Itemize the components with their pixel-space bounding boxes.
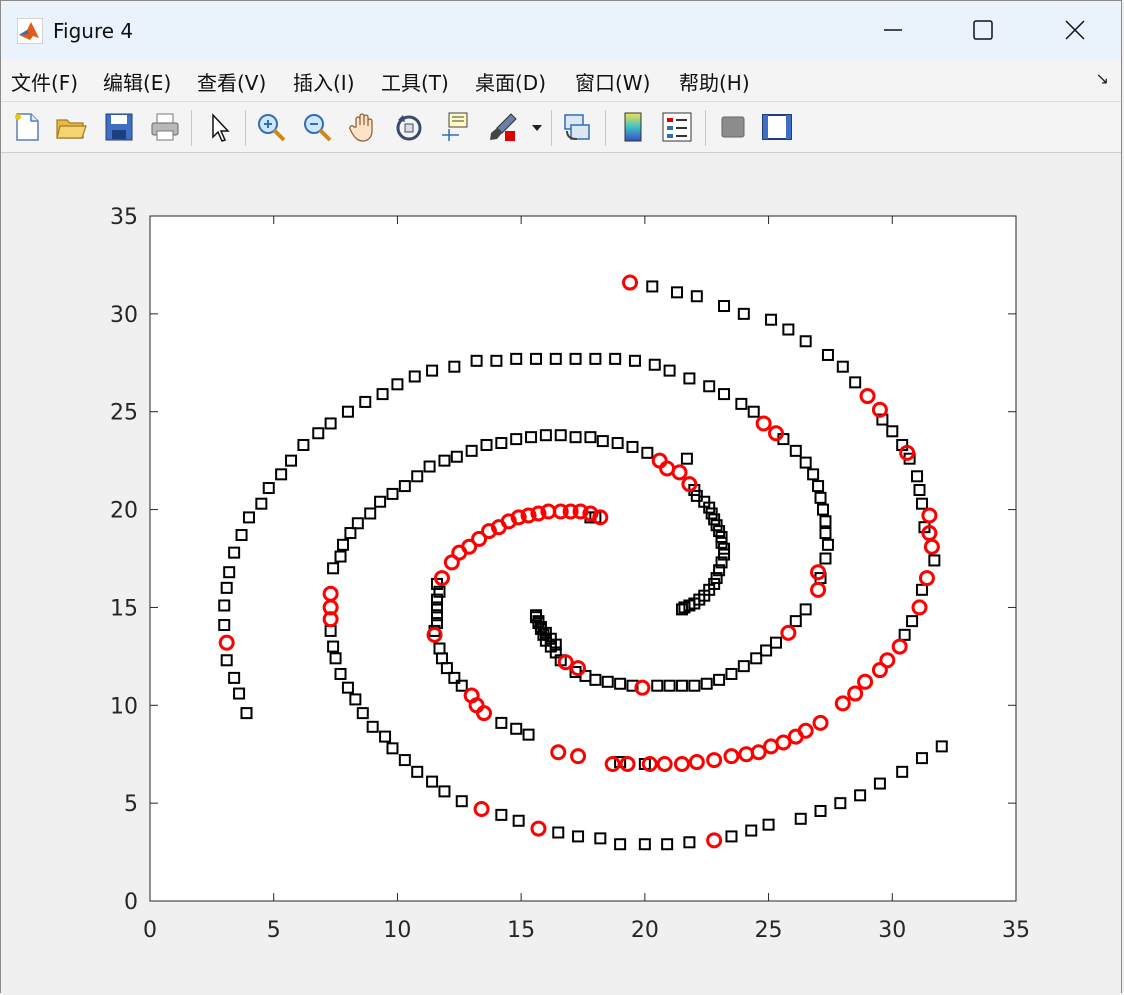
menu-tools[interactable]: 工具(T): [381, 67, 449, 96]
x-tick-label: 15: [507, 918, 535, 943]
x-tick-label: 20: [631, 918, 659, 943]
menu-edit[interactable]: 编辑(E): [103, 67, 171, 96]
figure-canvas: 0 5 10 15 20 25 30 35 0 5 10 15 20 25 30 35: [1, 153, 1121, 993]
print-icon[interactable]: [149, 111, 181, 143]
matlab-icon: [17, 18, 43, 44]
brush-icon[interactable]: [487, 111, 519, 143]
menu-bar: 文件(F) 编辑(E) 查看(V) 插入(I) 工具(T) 桌面(D) 窗口(W…: [1, 59, 1121, 102]
y-tick-label: 0: [124, 890, 138, 915]
toolbar-separator: [245, 110, 246, 146]
y-tick-label: 15: [110, 596, 138, 621]
maximize-icon: [973, 20, 993, 40]
x-tick-label: 30: [878, 918, 906, 943]
hide-plot-tools-icon[interactable]: [717, 111, 749, 143]
x-tick-label: 25: [755, 918, 783, 943]
y-tick-label: 20: [110, 499, 138, 524]
edit-plot-arrow-icon[interactable]: [205, 111, 237, 143]
y-tick-label: 10: [110, 694, 138, 719]
rotate-3d-icon[interactable]: [393, 111, 425, 143]
minimize-icon: [884, 29, 902, 31]
insert-legend-icon[interactable]: [661, 111, 693, 143]
x-tick-label: 0: [143, 918, 157, 943]
show-plot-tools-icon[interactable]: [761, 111, 793, 143]
toolbar-separator: [191, 110, 192, 146]
zoom-in-icon[interactable]: [255, 111, 287, 143]
open-file-icon[interactable]: [55, 111, 87, 143]
menu-file[interactable]: 文件(F): [11, 67, 78, 96]
data-cursor-icon[interactable]: [439, 111, 471, 143]
x-tick-label: 35: [1002, 918, 1030, 943]
toolbar-separator: [705, 110, 706, 146]
scatter-plot[interactable]: 0 5 10 15 20 25 30 35 0 5 10 15 20 25 30 35: [1, 153, 1121, 983]
axes-area: [149, 215, 1017, 902]
menu-insert[interactable]: 插入(I): [293, 67, 355, 96]
menu-help[interactable]: 帮助(H): [679, 67, 750, 96]
zoom-out-icon[interactable]: [301, 111, 333, 143]
x-tick-label: 10: [383, 918, 411, 943]
menu-view[interactable]: 查看(V): [197, 67, 266, 96]
save-icon[interactable]: [103, 111, 135, 143]
pan-hand-icon[interactable]: [347, 111, 379, 143]
toolbar: [1, 102, 1121, 153]
close-icon: [1065, 20, 1085, 40]
y-tick-label: 25: [110, 401, 138, 426]
y-tick-label: 30: [110, 303, 138, 328]
y-tick-label: 5: [124, 792, 138, 817]
window-title: Figure 4: [53, 19, 134, 43]
minimize-button[interactable]: [847, 1, 939, 59]
x-tick-label: 5: [267, 918, 281, 943]
menu-overflow-icon[interactable]: ↘: [1096, 69, 1109, 88]
menu-window[interactable]: 窗口(W): [575, 67, 650, 96]
chevron-down-icon[interactable]: [529, 111, 545, 143]
figure-window: Figure 4 文件(F) 编辑(E) 查看(V) 插入(I) 工具(T) 桌…: [0, 0, 1122, 993]
toolbar-separator: [551, 110, 552, 146]
y-tick-label: 35: [110, 205, 138, 230]
menu-desktop[interactable]: 桌面(D): [475, 67, 546, 96]
maximize-button[interactable]: [937, 1, 1029, 59]
new-figure-icon[interactable]: [11, 111, 43, 143]
link-plot-icon[interactable]: [561, 111, 593, 143]
close-button[interactable]: [1029, 1, 1121, 59]
insert-colorbar-icon[interactable]: [617, 111, 649, 143]
title-bar: Figure 4: [1, 1, 1121, 59]
toolbar-separator: [605, 110, 606, 146]
